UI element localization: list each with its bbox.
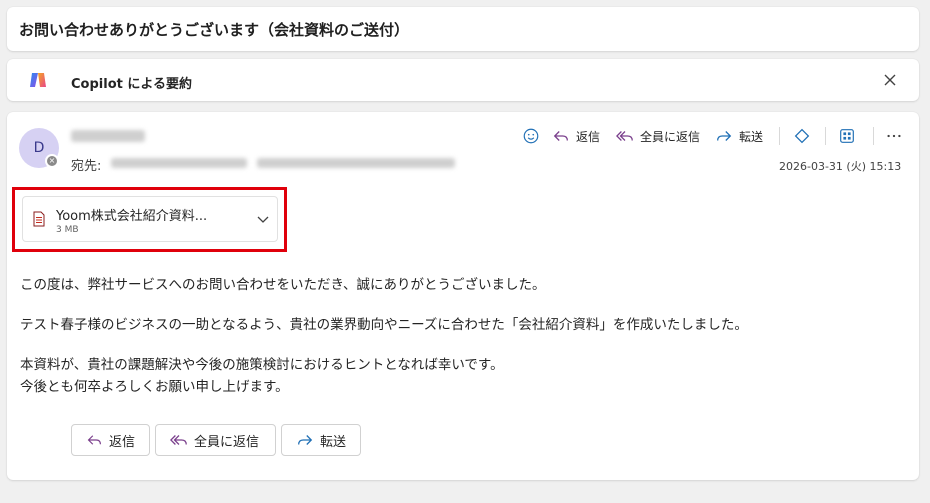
reply-all-label: 全員に返信 — [194, 434, 260, 450]
apps-grid-icon — [840, 129, 854, 143]
reply-all-icon — [616, 131, 633, 141]
toolbar-forward-button[interactable]: 転送 — [715, 125, 763, 147]
toolbar-divider — [825, 127, 826, 145]
recipient-redacted[interactable] — [111, 158, 247, 168]
attachment-card[interactable]: Yoom株式会社紹介資料... 3 MB — [22, 196, 278, 242]
forward-icon — [298, 435, 313, 445]
copilot-icon — [30, 73, 46, 87]
attachment-size: 3 MB — [56, 225, 79, 235]
sender-name-redacted[interactable] — [71, 130, 145, 142]
body-paragraph: 今後とも何卒よろしくお願い申し上げます。 — [20, 379, 289, 395]
smiley-icon — [523, 128, 539, 144]
forward-icon — [717, 131, 732, 141]
subject-bar: お問い合わせありがとうございます（会社資料のご送付） — [7, 7, 919, 51]
reply-all-icon — [170, 435, 187, 445]
toolbar-forward-label: 転送 — [739, 129, 764, 144]
message-body: この度は、弊社サービスへのお問い合わせをいただき、誠にありがとうございました。 … — [20, 274, 748, 398]
message-date: 2026-03-31 (火) 15:13 — [779, 160, 902, 173]
toolbar-divider — [779, 127, 780, 145]
message-subject: お問い合わせありがとうございます（会社資料のご送付） — [19, 21, 410, 39]
more-icon — [887, 134, 901, 138]
toolbar-reply-label: 返信 — [576, 129, 601, 144]
attachment-name: Yoom株式会社紹介資料... — [56, 209, 208, 224]
reply-all-button[interactable]: 全員に返信 — [155, 424, 276, 456]
body-paragraph: 本資料が、貴社の課題解決や今後の施策検討におけるヒントとなれば幸いです。 — [20, 357, 504, 373]
presence-offline-icon: × — [47, 156, 57, 166]
chevron-down-icon[interactable] — [255, 211, 271, 227]
diamond-icon — [794, 128, 810, 144]
body-paragraph: この度は、弊社サービスへのお問い合わせをいただき、誠にありがとうございました。 — [20, 277, 546, 293]
forward-label: 転送 — [319, 434, 346, 450]
more-actions-button[interactable] — [885, 125, 909, 147]
close-icon[interactable] — [880, 70, 900, 90]
message-card: D × 宛先: 返信 全員に返信 転送 2026-03-31 (火) 15:13… — [7, 112, 919, 480]
recipient-redacted[interactable] — [257, 158, 455, 168]
document-icon — [33, 211, 45, 227]
presence-badge: × — [45, 154, 59, 168]
reply-icon — [87, 435, 102, 445]
toolbar-reply-all-label: 全員に返信 — [640, 129, 701, 144]
body-paragraph: テスト春子様のビジネスの一助となるよう、貴社の業界動向やニーズに合わせた「会社紹… — [20, 317, 748, 333]
toolbar-reply-button[interactable]: 返信 — [552, 125, 600, 147]
reply-button[interactable]: 返信 — [71, 424, 150, 456]
to-label: 宛先: — [71, 159, 102, 174]
apps-diamond-button[interactable] — [793, 125, 817, 147]
reaction-button[interactable] — [522, 125, 546, 147]
copilot-summary-label: Copilot による要約 — [71, 77, 192, 92]
copilot-summary-bar[interactable]: Copilot による要約 — [7, 59, 919, 101]
reply-label: 返信 — [108, 434, 135, 450]
forward-button[interactable]: 転送 — [281, 424, 361, 456]
toolbar-reply-all-button[interactable]: 全員に返信 — [616, 125, 700, 147]
toolbar-divider — [873, 127, 874, 145]
apps-button[interactable] — [838, 125, 862, 147]
reply-icon — [553, 131, 568, 141]
